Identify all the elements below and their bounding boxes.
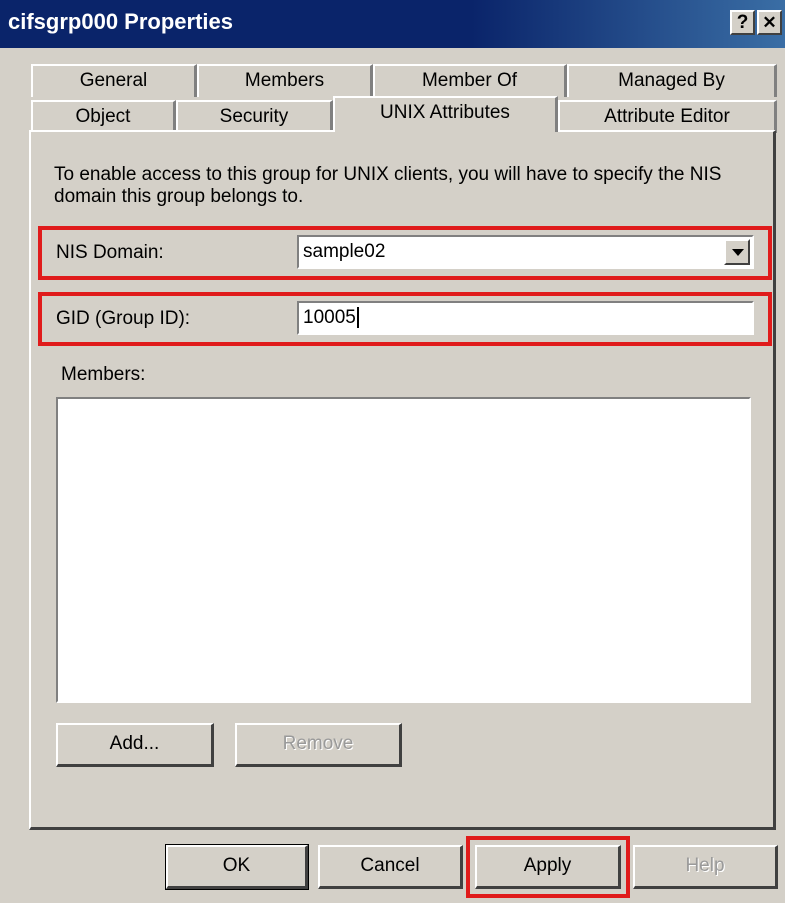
tab-attribute-editor[interactable]: Attribute Editor (558, 100, 777, 133)
tab-managed-by[interactable]: Managed By (567, 64, 777, 97)
tab-member-of[interactable]: Member Of (373, 64, 567, 97)
help-button[interactable]: Help (633, 845, 778, 889)
tab-general[interactable]: General (31, 64, 197, 97)
tab-security[interactable]: Security (176, 100, 333, 133)
help-icon[interactable]: ? (730, 10, 755, 35)
gid-value: 10005 (303, 307, 356, 328)
description-text: To enable access to this group for UNIX … (54, 164, 722, 207)
tab-object[interactable]: Object (31, 100, 176, 133)
properties-dialog: cifsgrp000 Properties ? ✕ General Member… (0, 0, 785, 903)
highlight-apply (466, 836, 630, 898)
title-bar: cifsgrp000 Properties ? ✕ (0, 0, 785, 48)
tab-unix-attributes[interactable]: UNIX Attributes (333, 96, 558, 132)
members-label: Members: (61, 364, 146, 385)
window-title: cifsgrp000 Properties (8, 9, 233, 34)
nis-domain-value: sample02 (303, 241, 386, 262)
nis-domain-select[interactable]: sample02 (297, 235, 754, 269)
close-icon[interactable]: ✕ (757, 10, 782, 35)
nis-domain-label: NIS Domain: (56, 242, 164, 263)
cancel-button[interactable]: Cancel (318, 845, 463, 889)
members-list[interactable] (56, 397, 751, 703)
add-button[interactable]: Add... (56, 723, 214, 767)
remove-button[interactable]: Remove (235, 723, 402, 767)
chevron-down-icon[interactable] (724, 239, 750, 265)
tab-members[interactable]: Members (197, 64, 373, 97)
gid-label: GID (Group ID): (56, 308, 191, 329)
gid-input[interactable]: 10005 (297, 301, 754, 335)
text-caret (356, 307, 359, 329)
ok-button[interactable]: OK (165, 844, 309, 890)
